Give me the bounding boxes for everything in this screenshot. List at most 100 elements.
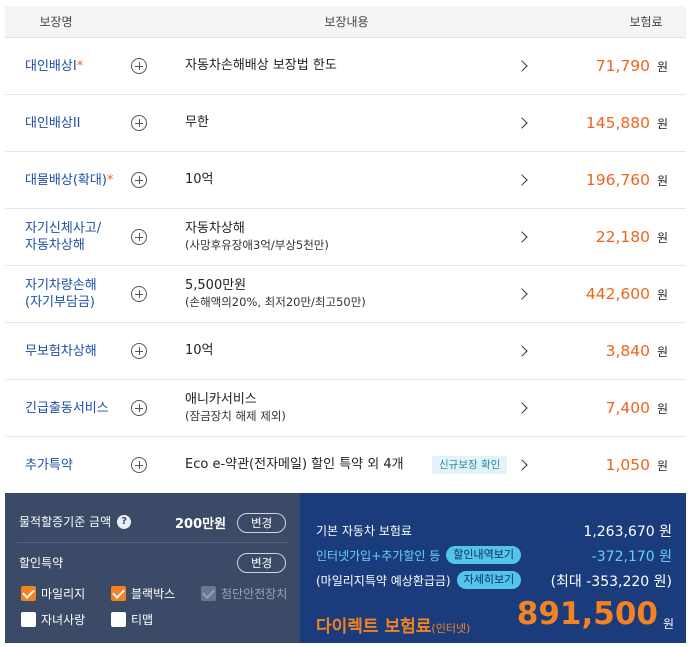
table-row[interactable]: 추가특약 Eco e-약관(전자메일) 할인 특약 외 4개 신규보장 확인 1,05… [5, 437, 686, 494]
premium-amount: 22,180 [595, 228, 650, 246]
coverage-content: 자동차손해배상 보장법 한도 [185, 58, 337, 74]
checkbox-safety-device: 첨단안전장치 [201, 585, 287, 602]
discount-change-button[interactable]: 변경 [237, 553, 287, 573]
table-row[interactable]: 긴급출동서비스 애니카서비스 (잠금장치 해제 제외) 7,400 원 [5, 380, 686, 437]
premium-amount: 196,760 [585, 171, 650, 189]
chevron-right-icon[interactable] [516, 174, 528, 186]
checkbox-blackbox[interactable]: 블랙박스 [111, 585, 175, 602]
checkbox-mileage[interactable]: 마일리지 [21, 585, 85, 602]
premium-amount: 442,600 [585, 285, 650, 303]
coverage-name-cell: 자기신체사고/자동차상해 [5, 220, 117, 254]
discount-label: 할인특약 [19, 556, 64, 570]
header-name: 보장명 [39, 15, 73, 29]
checkbox-label: 마일리지 [41, 587, 86, 601]
chevron-right-icon[interactable] [516, 288, 528, 300]
mileage-label: (마일리지특약 예상환급금) [316, 573, 451, 588]
premium-summary: 물적할증기준 금액 ? 200만원 변경 할인특약 변경 마일리지 블랙박스 첨… [5, 493, 686, 643]
coverage-detail-sub: (손해액의20%, 최저20만/최고50만) [185, 295, 366, 309]
coverage-name-line2: 자동차상해 [25, 238, 85, 253]
base-premium-amount: 1,263,670 원 [583, 524, 672, 540]
currency-unit: 원 [656, 173, 668, 188]
coverage-content: 10억 [185, 172, 214, 188]
header-premium: 보험료 [629, 15, 663, 29]
chevron-right-icon[interactable] [516, 231, 528, 243]
coverage-name: 긴급출동서비스 [25, 400, 109, 416]
checkbox-icon [111, 612, 126, 627]
coverage-name: 대인배상II [25, 115, 81, 131]
coverage-name: 대인배상I [25, 58, 77, 74]
table-row[interactable]: 자기신체사고/자동차상해 자동차상해 (사망후유장애3억/부상5천만) 22,180 원 [5, 209, 686, 266]
final-premium-currency: 원 [662, 617, 674, 631]
premium-amount: 7,400 [605, 399, 650, 417]
coverage-name-cell: 추가특약 [5, 457, 117, 474]
coverage-content: 애니카서비스 (잠금장치 해제 제외) [185, 392, 286, 424]
checkbox-child-love[interactable]: 자녀사랑 [21, 611, 85, 628]
coverage-detail-sub: (사망후유장애3억/부상5천만) [185, 238, 329, 252]
table-row[interactable]: 대인배상I* 자동차손해배상 보장법 한도 71,790 원 [5, 38, 686, 95]
plus-circle-icon[interactable] [131, 457, 147, 473]
header-content: 보장내용 [324, 15, 369, 29]
plus-circle-icon[interactable] [131, 286, 147, 302]
discount-line: 인터넷가입+추가할인 등 할인내역보기 [316, 546, 522, 564]
checkbox-tmap[interactable]: 티맵 [111, 611, 153, 628]
currency-unit: 원 [656, 116, 668, 131]
coverage-detail-sub: (잠금장치 해제 제외) [185, 409, 286, 423]
coverage-content: 5,500만원 (손해액의20%, 최저20만/최고50만) [185, 278, 366, 310]
final-label-small: (인터넷) [431, 622, 471, 635]
table-row[interactable]: 대물배상(확대)* 10억 196,760 원 [5, 152, 686, 209]
checkbox-icon [201, 586, 216, 601]
coverage-name-line2: (자기부담금) [25, 295, 95, 310]
chevron-right-icon[interactable] [516, 459, 528, 471]
criteria-value: 200만원 [175, 517, 227, 532]
chevron-right-icon[interactable] [516, 60, 528, 72]
coverage-name: 무보험차상해 [25, 343, 97, 359]
checkbox-label: 첨단안전장치 [221, 587, 288, 601]
coverage-detail: 무한 [185, 115, 209, 130]
table-row[interactable]: 무보험차상해 10억 3,840 원 [5, 323, 686, 380]
coverage-content: 자동차상해 (사망후유장애3억/부상5천만) [185, 221, 329, 253]
required-mark: * [106, 172, 114, 188]
mileage-detail-button[interactable]: 자세히보기 [456, 571, 522, 589]
criteria-change-button[interactable]: 변경 [237, 513, 287, 533]
table-row[interactable]: 자기차량손해 (자기부담금) 5,500만원 (손해액의20%, 최저20만/최고50… [5, 266, 686, 323]
chevron-right-icon[interactable] [516, 402, 528, 414]
coverage-table: 보장명 보장내용 보험료 대인배상I* 자동차손해배상 보장법 한도 71,790 원… [5, 6, 686, 494]
chevron-right-icon[interactable] [516, 345, 528, 357]
plus-circle-icon[interactable] [131, 58, 147, 74]
coverage-content: Eco e-약관(전자메일) 할인 특약 외 4개 [185, 457, 404, 473]
table-row[interactable]: 대인배상II 무한 145,880 원 [5, 95, 686, 152]
coverage-name-cell: 무보험차상해 [5, 343, 117, 360]
discount-detail-button[interactable]: 할인내역보기 [446, 546, 522, 564]
final-label-main: 다이렉트 보험료 [316, 617, 432, 637]
plus-circle-icon[interactable] [131, 400, 147, 416]
chevron-right-icon[interactable] [516, 117, 528, 129]
new-coverage-badge[interactable]: 신규보장 확인 [432, 456, 508, 474]
coverage-name-cell: 대인배상I* [5, 58, 117, 75]
plus-circle-icon[interactable] [131, 343, 147, 359]
currency-unit: 원 [656, 59, 668, 74]
premium-amount: 71,790 [595, 57, 650, 75]
plus-circle-icon[interactable] [131, 115, 147, 131]
coverage-name-cell: 자기차량손해 (자기부담금) [5, 277, 117, 311]
plus-circle-icon[interactable] [131, 172, 147, 188]
currency-unit: 원 [656, 458, 668, 473]
coverage-detail: 10억 [185, 172, 214, 187]
checkbox-label: 블랙박스 [131, 587, 176, 601]
premium-amount: 145,880 [585, 114, 650, 132]
checkbox-icon [111, 586, 126, 601]
currency-unit: 원 [656, 230, 668, 245]
coverage-name: 추가특약 [25, 457, 73, 473]
discount-amount: -372,170 원 [591, 549, 672, 565]
coverage-name-cell: 대물배상(확대)* [5, 172, 117, 189]
coverage-detail: 자동차상해 [185, 221, 245, 236]
currency-unit: 원 [656, 344, 668, 359]
base-premium-label: 기본 자동차 보험료 [316, 524, 412, 538]
premium-amount: 3,840 [605, 342, 650, 360]
discount-options-panel: 물적할증기준 금액 ? 200만원 변경 할인특약 변경 마일리지 블랙박스 첨… [5, 493, 300, 643]
currency-unit: 원 [656, 287, 668, 302]
checkbox-label: 자녀사랑 [41, 613, 86, 627]
final-premium-label: 다이렉트 보험료(인터넷) [316, 612, 470, 637]
help-icon[interactable]: ? [117, 514, 132, 529]
mileage-amount: (최대 -353,220 원) [550, 574, 672, 590]
plus-circle-icon[interactable] [131, 229, 147, 245]
